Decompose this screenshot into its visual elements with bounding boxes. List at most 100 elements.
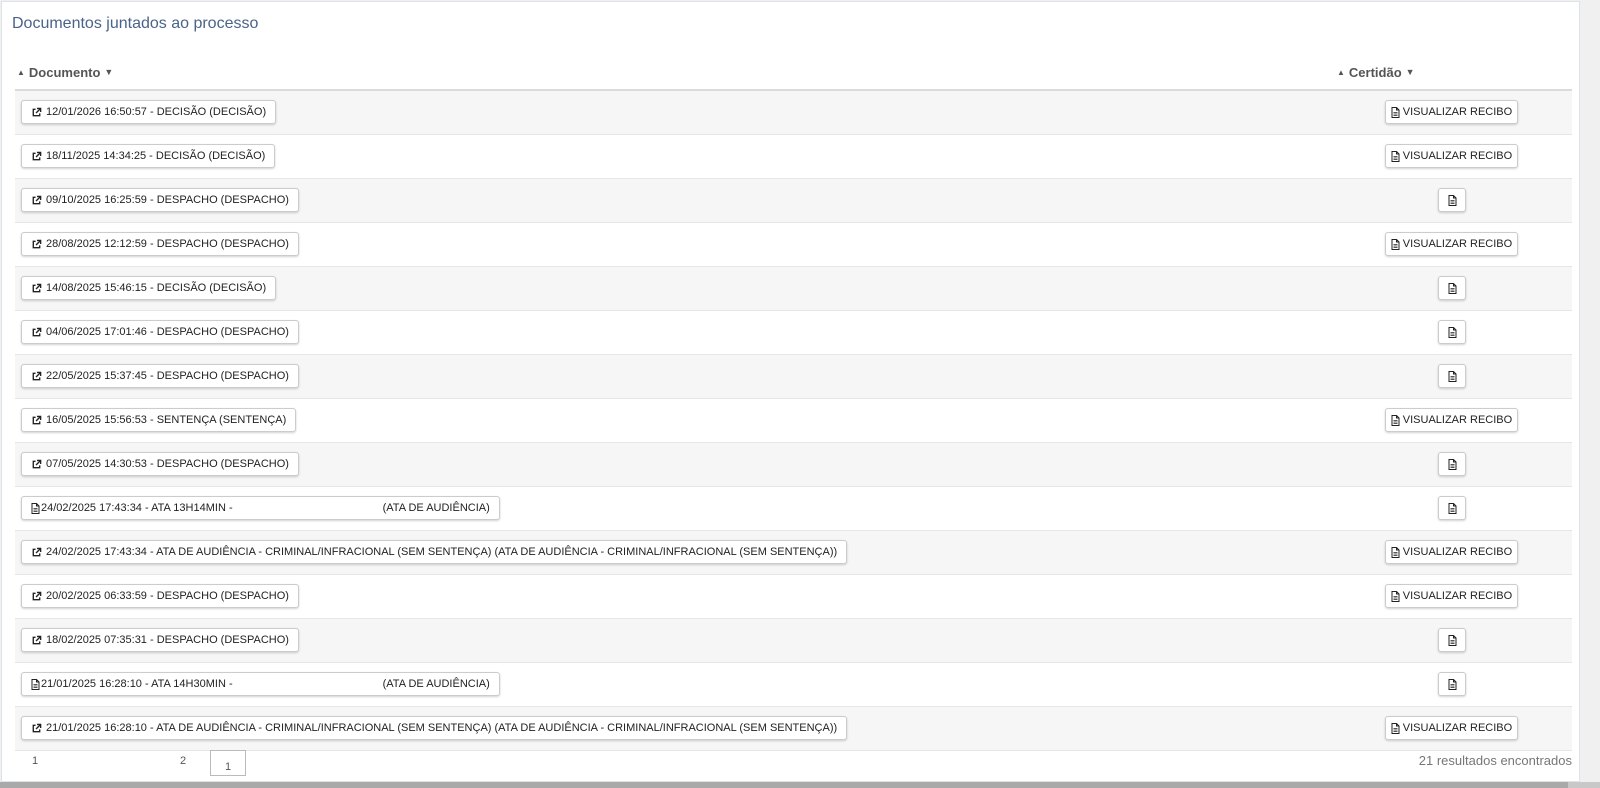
sort-desc-icon[interactable]: ▼ bbox=[1406, 68, 1415, 77]
file-icon bbox=[1391, 238, 1400, 250]
file-icon bbox=[1391, 106, 1400, 118]
document-link-button[interactable]: 12/01/2026 16:50:57 - DECISÃO (DECISÃO) bbox=[21, 100, 277, 124]
visualizar-recibo-label: VISUALIZAR RECIBO bbox=[1402, 414, 1513, 426]
document-type-label: (ATA DE AUDIÊNCIA) bbox=[382, 678, 490, 690]
table-body: 12/01/2026 16:50:57 - DECISÃO (DECISÃO) V… bbox=[15, 91, 1572, 751]
file-icon bbox=[1448, 370, 1456, 382]
page-link-2[interactable]: 2 bbox=[180, 755, 186, 767]
certidao-file-button[interactable] bbox=[1438, 628, 1466, 652]
external-link-icon bbox=[32, 635, 42, 644]
external-link-icon bbox=[32, 459, 42, 468]
sort-desc-icon[interactable]: ▼ bbox=[104, 68, 113, 77]
external-link-icon bbox=[32, 591, 42, 600]
visualizar-recibo-button[interactable]: VISUALIZAR RECIBO bbox=[1385, 408, 1518, 432]
sort-asc-icon[interactable]: ▲ bbox=[1337, 68, 1345, 77]
file-icon bbox=[1391, 722, 1400, 734]
document-link-button[interactable]: 24/02/2025 17:43:34 - ATA 13H14MIN - (ATA… bbox=[21, 496, 500, 520]
document-link-button[interactable]: 04/06/2025 17:01:46 - DESPACHO (DESPACHO… bbox=[21, 320, 299, 344]
document-label: 09/10/2025 16:25:59 - DESPACHO (DESPACHO… bbox=[46, 194, 289, 206]
visualizar-recibo-button[interactable]: VISUALIZAR RECIBO bbox=[1385, 716, 1518, 740]
redacted-text bbox=[233, 677, 382, 691]
redacted-text bbox=[233, 501, 382, 515]
document-label: 16/05/2025 15:56:53 - SENTENÇA (SENTENÇA… bbox=[46, 414, 287, 426]
file-icon bbox=[1391, 546, 1400, 558]
document-label: 22/05/2025 15:37:45 - DESPACHO (DESPACHO… bbox=[46, 370, 289, 382]
document-link-button[interactable]: 22/05/2025 15:37:45 - DESPACHO (DESPACHO… bbox=[21, 364, 299, 388]
certidao-file-button[interactable] bbox=[1438, 364, 1466, 388]
document-label: 18/11/2025 14:34:25 - DECISÃO (DECISÃO) bbox=[46, 150, 266, 162]
external-link-icon bbox=[32, 371, 42, 380]
document-link-button[interactable]: 28/08/2025 12:12:59 - DESPACHO (DESPACHO… bbox=[21, 232, 299, 256]
visualizar-recibo-button[interactable]: VISUALIZAR RECIBO bbox=[1385, 144, 1518, 168]
certidao-file-button[interactable] bbox=[1438, 496, 1466, 520]
table-row: 21/01/2025 16:28:10 - ATA 14H30MIN - (ATA… bbox=[15, 663, 1572, 707]
document-link-button[interactable]: 21/01/2025 16:28:10 - ATA DE AUDIÊNCIA -… bbox=[21, 716, 848, 740]
external-link-icon bbox=[32, 195, 42, 204]
file-icon bbox=[1448, 634, 1456, 646]
documents-panel: Documentos juntados ao processo ▲ Docume… bbox=[1, 1, 1580, 782]
table-row: 24/02/2025 17:43:34 - ATA DE AUDIÊNCIA -… bbox=[15, 531, 1572, 575]
certidao-file-button[interactable] bbox=[1438, 276, 1466, 300]
external-link-icon bbox=[32, 107, 42, 116]
document-link-button[interactable]: 09/10/2025 16:25:59 - DESPACHO (DESPACHO… bbox=[21, 188, 299, 212]
table-row: 04/06/2025 17:01:46 - DESPACHO (DESPACHO… bbox=[15, 311, 1572, 355]
visualizar-recibo-label: VISUALIZAR RECIBO bbox=[1402, 546, 1513, 558]
file-icon bbox=[1391, 150, 1400, 162]
documents-table: ▲ Documento ▼ ▲ Certidão ▼ 12/01/2026 16… bbox=[15, 59, 1572, 751]
file-icon bbox=[1448, 678, 1456, 690]
document-link-button[interactable]: 18/02/2025 07:35:31 - DESPACHO (DESPACHO… bbox=[21, 628, 299, 652]
document-link-button[interactable]: 14/08/2025 15:46:15 - DECISÃO (DECISÃO) bbox=[21, 276, 277, 300]
pagination: 1 2 1 21 resultados encontrados bbox=[15, 750, 1572, 781]
visualizar-recibo-button[interactable]: VISUALIZAR RECIBO bbox=[1385, 584, 1518, 608]
file-icon bbox=[31, 678, 40, 690]
table-row: 16/05/2025 15:56:53 - SENTENÇA (SENTENÇA… bbox=[15, 399, 1572, 443]
document-label: 24/02/2025 17:43:34 - ATA DE AUDIÊNCIA -… bbox=[46, 546, 838, 558]
visualizar-recibo-button[interactable]: VISUALIZAR RECIBO bbox=[1385, 540, 1518, 564]
document-label: 14/08/2025 15:46:15 - DECISÃO (DECISÃO) bbox=[46, 282, 267, 294]
external-link-icon bbox=[32, 151, 42, 160]
visualizar-recibo-label: VISUALIZAR RECIBO bbox=[1402, 106, 1513, 118]
table-row: 24/02/2025 17:43:34 - ATA 13H14MIN - (ATA… bbox=[15, 487, 1572, 531]
document-label: 28/08/2025 12:12:59 - DESPACHO (DESPACHO… bbox=[46, 238, 289, 250]
document-link-button[interactable]: 16/05/2025 15:56:53 - SENTENÇA (SENTENÇA… bbox=[21, 408, 297, 432]
file-icon bbox=[1391, 414, 1400, 426]
vertical-scrollbar[interactable] bbox=[1582, 0, 1600, 782]
sort-certidao-header[interactable]: ▲ Certidão ▼ bbox=[1337, 65, 1415, 80]
document-link-button[interactable]: 24/02/2025 17:43:34 - ATA DE AUDIÊNCIA -… bbox=[21, 540, 848, 564]
file-icon bbox=[1448, 194, 1456, 206]
document-label: 04/06/2025 17:01:46 - DESPACHO (DESPACHO… bbox=[46, 326, 289, 338]
external-link-icon bbox=[32, 723, 42, 732]
file-icon bbox=[1448, 502, 1456, 514]
document-label: 12/01/2026 16:50:57 - DECISÃO (DECISÃO) bbox=[46, 106, 267, 118]
file-icon bbox=[1448, 326, 1456, 338]
certidao-file-button[interactable] bbox=[1438, 188, 1466, 212]
document-label: 18/02/2025 07:35:31 - DESPACHO (DESPACHO… bbox=[46, 634, 289, 646]
sort-asc-icon[interactable]: ▲ bbox=[17, 68, 25, 77]
visualizar-recibo-label: VISUALIZAR RECIBO bbox=[1402, 722, 1513, 734]
horizontal-scrollbar[interactable] bbox=[0, 782, 1600, 788]
certidao-file-button[interactable] bbox=[1438, 672, 1466, 696]
results-count: 21 resultados encontrados bbox=[1418, 753, 1572, 768]
document-label: 21/01/2025 16:28:10 - ATA DE AUDIÊNCIA -… bbox=[46, 722, 838, 734]
visualizar-recibo-label: VISUALIZAR RECIBO bbox=[1402, 590, 1513, 602]
table-row: 07/05/2025 14:30:53 - DESPACHO (DESPACHO… bbox=[15, 443, 1572, 487]
external-link-icon bbox=[32, 283, 42, 292]
sort-documento-header[interactable]: ▲ Documento ▼ bbox=[17, 65, 113, 80]
horizontal-scrollbar-thumb[interactable] bbox=[0, 782, 1568, 788]
visualizar-recibo-button[interactable]: VISUALIZAR RECIBO bbox=[1385, 100, 1518, 124]
current-page[interactable]: 1 bbox=[210, 750, 246, 776]
table-row: 18/11/2025 14:34:25 - DECISÃO (DECISÃO) V… bbox=[15, 135, 1572, 179]
visualizar-recibo-button[interactable]: VISUALIZAR RECIBO bbox=[1385, 232, 1518, 256]
certidao-file-button[interactable] bbox=[1438, 452, 1466, 476]
certidao-file-button[interactable] bbox=[1438, 320, 1466, 344]
visualizar-recibo-label: VISUALIZAR RECIBO bbox=[1402, 150, 1513, 162]
page-link-1[interactable]: 1 bbox=[32, 755, 38, 767]
external-link-icon bbox=[32, 547, 42, 556]
table-row: 28/08/2025 12:12:59 - DESPACHO (DESPACHO… bbox=[15, 223, 1572, 267]
document-link-button[interactable]: 07/05/2025 14:30:53 - DESPACHO (DESPACHO… bbox=[21, 452, 299, 476]
file-icon bbox=[1391, 590, 1400, 602]
document-link-button[interactable]: 21/01/2025 16:28:10 - ATA 14H30MIN - (ATA… bbox=[21, 672, 500, 696]
document-link-button[interactable]: 20/02/2025 06:33:59 - DESPACHO (DESPACHO… bbox=[21, 584, 299, 608]
document-link-button[interactable]: 18/11/2025 14:34:25 - DECISÃO (DECISÃO) bbox=[21, 144, 276, 168]
table-row: 20/02/2025 06:33:59 - DESPACHO (DESPACHO… bbox=[15, 575, 1572, 619]
